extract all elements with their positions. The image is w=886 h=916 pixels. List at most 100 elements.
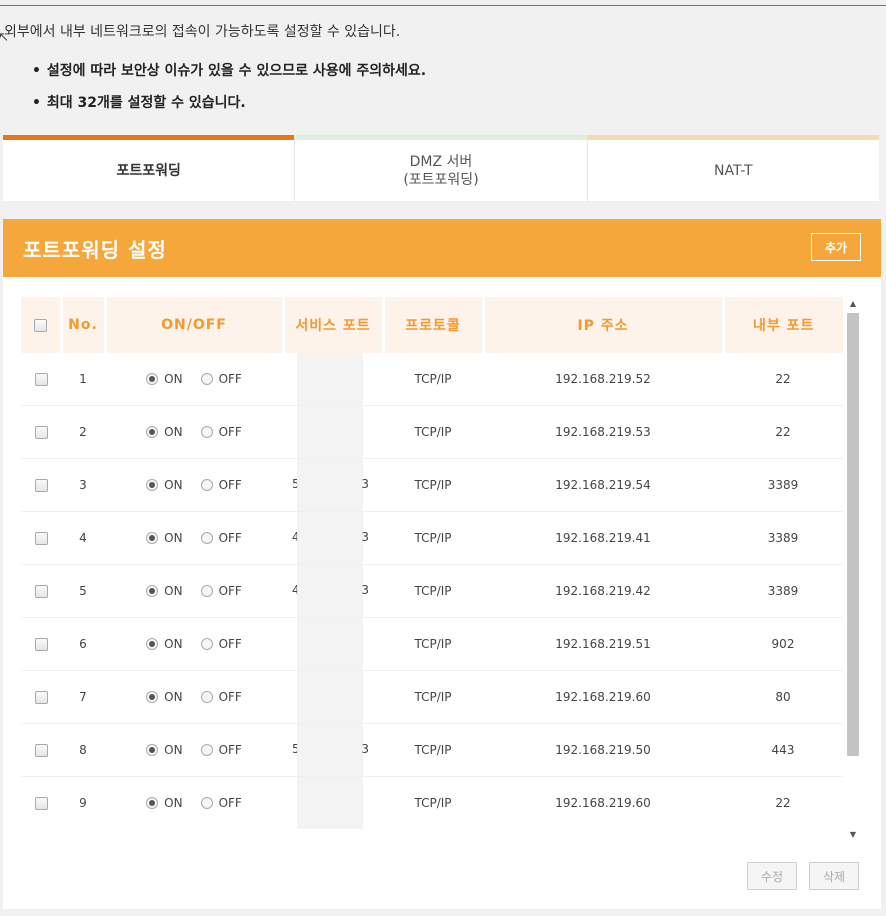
- off-radio[interactable]: [200, 479, 213, 492]
- tab-label: DMZ 서버 (포트포워딩): [403, 153, 479, 188]
- internal-port-cell: 22: [723, 353, 843, 406]
- table-clip: [21, 829, 843, 843]
- on-radio[interactable]: [146, 479, 159, 492]
- off-radio[interactable]: [200, 744, 213, 757]
- service-port-cell: 53: [283, 723, 383, 777]
- rules-table-container[interactable]: No. ON/OFF 서비스 포트 프로토콜 IP 주소 내부 포트 1 ON OF…: [21, 297, 843, 842]
- on-radio[interactable]: [146, 585, 159, 598]
- tab-nat-t[interactable]: NAT-T: [586, 135, 879, 201]
- on-label[interactable]: ON: [164, 425, 182, 439]
- service-port-end: 3: [361, 477, 369, 491]
- select-all-cell: [21, 297, 63, 353]
- row-checkbox[interactable]: [34, 532, 48, 545]
- table-scrollbar[interactable]: ▲ ▼: [846, 297, 860, 842]
- service-port-cell: [283, 405, 383, 459]
- service-port-cell: 53: [283, 458, 383, 512]
- blurred-region: [297, 777, 363, 829]
- on-label[interactable]: ON: [164, 478, 182, 492]
- table-row: 3 ON OFF 5 3 TCP/IP 192.168.219.54 3389: [21, 458, 843, 512]
- internal-port-cell: 3389: [723, 564, 843, 618]
- edit-button[interactable]: 수정: [747, 862, 797, 890]
- row-checkbox[interactable]: [34, 373, 48, 386]
- row-checkbox[interactable]: [34, 585, 48, 598]
- mouse-cursor-icon: ↖: [0, 30, 9, 45]
- ip-cell: 192.168.219.52: [483, 353, 723, 406]
- onoff-cell: ON OFF: [105, 723, 283, 777]
- on-label[interactable]: ON: [164, 690, 182, 704]
- on-label[interactable]: ON: [164, 372, 182, 386]
- on-label[interactable]: ON: [164, 637, 182, 651]
- off-label[interactable]: OFF: [219, 796, 242, 810]
- on-label[interactable]: ON: [164, 743, 182, 757]
- ip-cell: 192.168.219.60: [483, 670, 723, 724]
- internal-port-cell: 902: [723, 617, 843, 671]
- add-button[interactable]: 추가: [811, 233, 861, 261]
- on-radio[interactable]: [146, 532, 159, 545]
- on-label[interactable]: ON: [164, 584, 182, 598]
- row-checkbox[interactable]: [34, 479, 48, 492]
- internal-port-cell: 80: [723, 670, 843, 724]
- off-label[interactable]: OFF: [219, 584, 242, 598]
- off-label[interactable]: OFF: [219, 690, 242, 704]
- col-header-onoff: ON/OFF: [105, 297, 285, 353]
- off-label[interactable]: OFF: [219, 478, 242, 492]
- table-row: 6 ON OFF TCP/IP 192.168.219.51 902: [21, 617, 843, 671]
- off-radio[interactable]: [200, 373, 213, 386]
- on-radio[interactable]: [146, 373, 159, 386]
- scroll-down-icon[interactable]: ▼: [846, 828, 860, 842]
- on-radio[interactable]: [146, 691, 159, 704]
- note-text: 설정에 따라 보안상 이슈가 있을 수 있으므로 사용에 주의하세요.: [46, 63, 427, 79]
- on-radio[interactable]: [146, 638, 159, 651]
- row-checkbox[interactable]: [34, 426, 48, 439]
- scroll-up-icon[interactable]: ▲: [846, 297, 860, 311]
- top-divider: [0, 5, 886, 6]
- protocol-cell: TCP/IP: [383, 617, 483, 671]
- blurred-region: [297, 618, 363, 670]
- delete-button[interactable]: 삭제: [809, 862, 859, 890]
- off-radio[interactable]: [200, 797, 213, 810]
- off-radio[interactable]: [200, 638, 213, 651]
- off-label[interactable]: OFF: [219, 637, 242, 651]
- on-radio[interactable]: [146, 797, 159, 810]
- protocol-cell: TCP/IP: [383, 776, 483, 830]
- service-port-cell: [283, 776, 383, 830]
- select-all-checkbox[interactable]: [33, 318, 47, 332]
- row-no: 3: [61, 458, 105, 512]
- on-radio[interactable]: [146, 744, 159, 757]
- ip-cell: 192.168.219.42: [483, 564, 723, 618]
- on-label[interactable]: ON: [164, 796, 182, 810]
- on-radio[interactable]: [146, 426, 159, 439]
- internal-port-cell: 3389: [723, 511, 843, 565]
- onoff-cell: ON OFF: [105, 617, 283, 671]
- onoff-cell: ON OFF: [105, 776, 283, 830]
- off-radio[interactable]: [200, 585, 213, 598]
- off-label[interactable]: OFF: [219, 372, 242, 386]
- protocol-cell: TCP/IP: [383, 511, 483, 565]
- row-select-cell: [21, 723, 61, 777]
- off-label[interactable]: OFF: [219, 425, 242, 439]
- off-radio[interactable]: [200, 691, 213, 704]
- on-label[interactable]: ON: [164, 531, 182, 545]
- protocol-cell: TCP/IP: [383, 405, 483, 459]
- col-header-ip: IP 주소: [483, 297, 725, 353]
- protocol-cell: TCP/IP: [383, 458, 483, 512]
- internal-port-cell: 443: [723, 723, 843, 777]
- scroll-thumb[interactable]: [847, 313, 859, 756]
- tab-dmz-server[interactable]: DMZ 서버 (포트포워딩): [294, 135, 587, 201]
- off-radio[interactable]: [200, 532, 213, 545]
- row-checkbox[interactable]: [34, 797, 48, 810]
- row-checkbox[interactable]: [34, 744, 48, 757]
- off-radio[interactable]: [200, 426, 213, 439]
- off-label[interactable]: OFF: [219, 531, 242, 545]
- intro-text: 외부에서 내부 네트워크로의 접속이 가능하도록 설정할 수 있습니다.: [4, 24, 401, 40]
- col-header-internal-port: 내부 포트: [723, 297, 843, 353]
- tab-port-forwarding[interactable]: 포트포워딩: [3, 135, 295, 201]
- table-row: 1 ON OFF TCP/IP 192.168.219.52 22: [21, 353, 843, 406]
- onoff-cell: ON OFF: [105, 405, 283, 459]
- protocol-cell: TCP/IP: [383, 723, 483, 777]
- note-item: • 최대 32개를 설정할 수 있습니다.: [32, 95, 246, 111]
- off-label[interactable]: OFF: [219, 743, 242, 757]
- row-checkbox[interactable]: [34, 638, 48, 651]
- row-checkbox[interactable]: [34, 691, 48, 704]
- internal-port-cell: 22: [723, 776, 843, 830]
